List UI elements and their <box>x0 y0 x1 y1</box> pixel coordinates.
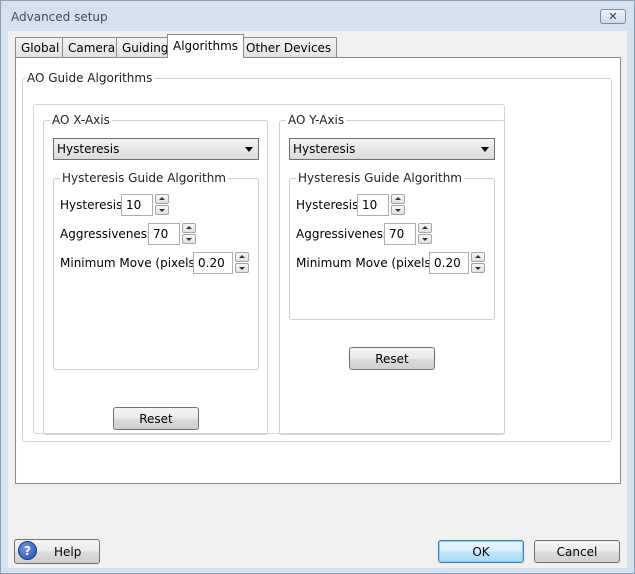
y-aggressiveness-input[interactable] <box>384 223 416 245</box>
help-label: Help <box>54 544 82 559</box>
tab-label: Other Devices <box>246 41 332 55</box>
spin-down-button[interactable] <box>235 263 249 273</box>
tab-camera[interactable]: Camera <box>62 37 122 57</box>
y-min-move-spinner <box>429 252 487 274</box>
y-algorithm-select[interactable]: Hysteresis <box>289 138 495 160</box>
cancel-button[interactable]: Cancel <box>534 540 620 563</box>
tab-label: Camera <box>68 41 116 55</box>
spin-up-button[interactable] <box>182 223 196 233</box>
x-hysteresis-group: Hysteresis Guide Algorithm Hysteresis: A… <box>53 171 259 370</box>
y-reset-label: Reset <box>375 351 409 366</box>
x-min-move-input[interactable] <box>193 252 233 274</box>
dialog-client-area: Global Camera Guiding Algorithms Other D… <box>8 31 627 568</box>
tab-other-devices[interactable]: Other Devices <box>240 37 338 57</box>
ao-guide-algorithms-group: AO Guide Algorithms AO X-Axis Hysteresis… <box>22 71 612 442</box>
ao-x-axis-group: AO X-Axis Hysteresis Hysteresis Guide Al… <box>43 113 268 435</box>
tab-algorithms[interactable]: Algorithms <box>167 34 245 58</box>
window-title: Advanced setup <box>11 10 108 24</box>
chevron-down-icon <box>481 147 489 152</box>
x-hysteresis-input[interactable] <box>121 194 153 216</box>
x-min-move-spinner <box>193 252 251 274</box>
spin-down-button[interactable] <box>471 263 485 273</box>
x-hysteresis-spinner <box>121 194 171 216</box>
ao-x-axis-title: AO X-Axis <box>50 113 112 127</box>
spin-down-button[interactable] <box>418 234 432 244</box>
chevron-down-icon <box>245 147 253 152</box>
y-hysteresis-group-title: Hysteresis Guide Algorithm <box>296 171 464 185</box>
ao-group-title: AO Guide Algorithms <box>25 71 155 85</box>
help-question-icon: ? <box>18 541 37 560</box>
y-aggressiveness-label: Aggressiveness: <box>296 227 394 241</box>
y-hysteresis-group: Hysteresis Guide Algorithm Hysteresis: A… <box>289 171 495 320</box>
y-hysteresis-label: Hysteresis: <box>296 198 363 212</box>
algorithms-tab-page: AO Guide Algorithms AO X-Axis Hysteresis… <box>15 57 621 484</box>
tab-guiding[interactable]: Guiding <box>116 37 175 57</box>
y-hysteresis-spinner <box>357 194 407 216</box>
y-algorithm-value: Hysteresis <box>293 142 356 156</box>
x-algorithm-select[interactable]: Hysteresis <box>53 138 259 160</box>
close-button[interactable]: ✕ <box>600 9 626 24</box>
title-bar: Advanced setup ✕ <box>1 1 634 31</box>
ok-button[interactable]: OK <box>438 540 524 563</box>
tab-global[interactable]: Global <box>15 37 66 57</box>
tab-label: Global <box>21 41 60 55</box>
ok-label: OK <box>472 544 490 559</box>
x-reset-button[interactable]: Reset <box>113 407 199 430</box>
spin-down-button[interactable] <box>182 234 196 244</box>
close-icon: ✕ <box>608 10 618 23</box>
x-hysteresis-label: Hysteresis: <box>60 198 127 212</box>
spin-down-button[interactable] <box>155 205 169 215</box>
x-hysteresis-group-title: Hysteresis Guide Algorithm <box>60 171 228 185</box>
x-reset-label: Reset <box>139 411 173 426</box>
y-hysteresis-input[interactable] <box>357 194 389 216</box>
x-aggressiveness-label: Aggressiveness: <box>60 227 158 241</box>
cancel-label: Cancel <box>556 544 598 559</box>
y-min-move-label: Minimum Move (pixels): <box>296 256 440 270</box>
help-button[interactable]: ? Help <box>14 539 100 564</box>
spin-up-button[interactable] <box>235 252 249 262</box>
x-aggressiveness-input[interactable] <box>148 223 180 245</box>
spin-up-button[interactable] <box>418 223 432 233</box>
x-aggressiveness-spinner <box>148 223 198 245</box>
ao-y-axis-title: AO Y-Axis <box>286 113 347 127</box>
x-min-move-label: Minimum Move (pixels): <box>60 256 204 270</box>
spin-down-button[interactable] <box>391 205 405 215</box>
tab-label: Algorithms <box>173 39 239 53</box>
x-algorithm-value: Hysteresis <box>57 142 120 156</box>
advanced-setup-dialog: Advanced setup ✕ Global Camera Guiding A… <box>0 0 635 574</box>
ao-y-axis-group: AO Y-Axis Hysteresis Hysteresis Guide Al… <box>279 113 505 435</box>
y-reset-button[interactable]: Reset <box>349 347 435 370</box>
y-min-move-input[interactable] <box>429 252 469 274</box>
spin-up-button[interactable] <box>471 252 485 262</box>
y-aggressiveness-spinner <box>384 223 434 245</box>
spin-up-button[interactable] <box>391 194 405 204</box>
spin-up-button[interactable] <box>155 194 169 204</box>
ao-axes-panel: AO X-Axis Hysteresis Hysteresis Guide Al… <box>33 104 505 435</box>
tab-label: Guiding <box>122 41 169 55</box>
